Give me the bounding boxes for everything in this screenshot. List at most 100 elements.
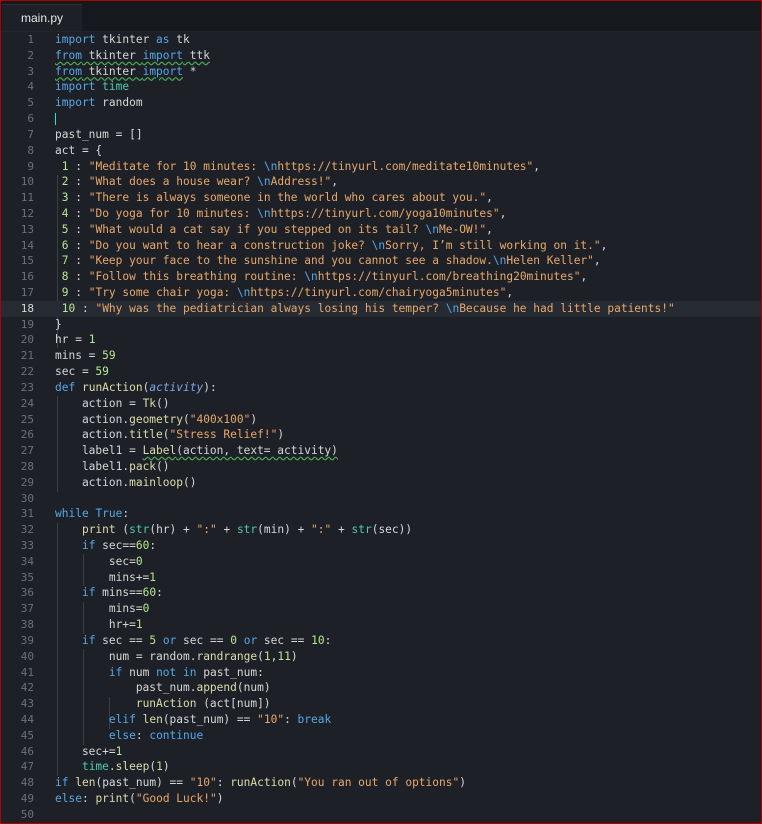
- code-line[interactable]: 1 import tkinter as tk: [1, 32, 761, 48]
- code-line[interactable]: 7 past_num = []: [1, 127, 761, 143]
- code-token: (min) +: [257, 523, 312, 537]
- code-line[interactable]: 46 sec+=1: [1, 744, 761, 760]
- code-line[interactable]: 41 if num not in past_num:: [1, 665, 761, 681]
- code-line[interactable]: 3 from tkinter import *: [1, 64, 761, 80]
- code-line[interactable]: 25 action.geometry("400x100"): [1, 412, 761, 428]
- code-token: \n: [257, 175, 271, 189]
- code-text: action.mainloop(): [55, 475, 197, 491]
- code-line[interactable]: 10 2 : "What does a house wear? \nAddres…: [1, 174, 761, 190]
- tab-main-py[interactable]: main.py: [2, 4, 82, 31]
- line-number: 47: [20, 760, 34, 774]
- code-line[interactable]: 23 def runAction(activity):: [1, 380, 761, 396]
- code-line[interactable]: 33 if sec==60:: [1, 538, 761, 554]
- code-line[interactable]: 34 sec=0: [1, 554, 761, 570]
- code-line[interactable]: 16 8 : "Follow this breathing routine: \…: [1, 269, 761, 285]
- code-line[interactable]: 47 time.sleep(1): [1, 759, 761, 775]
- code-text: 4 : "Do yoga for 10 minutes: \nhttps://t…: [55, 206, 507, 222]
- code-line[interactable]: 49 else: print("Good Luck!"): [1, 791, 761, 807]
- code-token: randrange: [196, 649, 258, 663]
- code-line[interactable]: 13 5 : "What would a cat say if you step…: [1, 222, 761, 238]
- code-line[interactable]: 17 9 : "Try some chair yoga: \nhttps://t…: [1, 285, 761, 301]
- code-line[interactable]: 39 if sec == 5 or sec == 0 or sec == 10:: [1, 633, 761, 649]
- code-line[interactable]: 30: [1, 491, 761, 507]
- code-token: num = random.: [55, 649, 197, 663]
- code-line[interactable]: 28 label1.pack(): [1, 459, 761, 475]
- code-line[interactable]: 44 elif len(past_num) == "10": break: [1, 712, 761, 728]
- code-line[interactable]: 37 mins=0: [1, 601, 761, 617]
- code-token: 0: [142, 602, 150, 616]
- code-token: 1: [263, 649, 271, 663]
- code-line[interactable]: 21 mins = 59: [1, 348, 761, 364]
- code-line[interactable]: 15 7 : "Keep your face to the sunshine a…: [1, 253, 761, 269]
- code-line[interactable]: 24 action = Tk(): [1, 396, 761, 412]
- code-token: action.: [55, 428, 130, 442]
- code-line[interactable]: 8 act = {: [1, 143, 761, 159]
- line-number: 11: [20, 191, 34, 205]
- code-token: (): [156, 459, 170, 473]
- code-line[interactable]: 40 num = random.randrange(1,11): [1, 649, 761, 665]
- code-text: def runAction(activity):: [55, 380, 217, 396]
- code-line[interactable]: 9 1 : "Meditate for 10 minutes: \nhttps:…: [1, 159, 761, 175]
- code-token: import: [55, 33, 96, 46]
- code-line[interactable]: 38 hr+=1: [1, 617, 761, 633]
- code-token: 9: [61, 286, 69, 299]
- code-token: 10: [311, 633, 325, 647]
- line-number: 23: [20, 380, 34, 394]
- line-number: 2: [27, 48, 34, 62]
- code-line[interactable]: 4 import time: [1, 79, 761, 95]
- code-token: or: [243, 633, 258, 647]
- code-line[interactable]: 11 3 : "There is always someone in the w…: [1, 190, 761, 206]
- code-token: :: [68, 206, 89, 220]
- code-token: (hr) +: [149, 523, 197, 537]
- code-line[interactable]: 35 mins+=1: [1, 570, 761, 586]
- code-token: (): [182, 475, 197, 489]
- code-line[interactable]: 14 6 : "Do you want to hear a constructi…: [1, 238, 761, 254]
- code-line[interactable]: 31 while True:: [1, 506, 761, 522]
- code-token: activity: [149, 380, 204, 394]
- line-number: 12: [20, 206, 34, 220]
- code-line[interactable]: 6: [1, 111, 761, 127]
- code-token: "Keep your face to the sunshine and you …: [88, 254, 493, 268]
- line-number: 9: [27, 159, 34, 173]
- code-line[interactable]: 19}: [1, 317, 761, 333]
- code-text: runAction (act[num]): [55, 696, 271, 712]
- code-line[interactable]: 45 else: continue: [1, 728, 761, 744]
- code-token: ":": [196, 523, 217, 537]
- code-line[interactable]: 12 4 : "Do yoga for 10 minutes: \nhttps:…: [1, 206, 761, 222]
- code-line[interactable]: 20 hr = 1: [1, 332, 761, 348]
- code-token: from: [55, 48, 82, 62]
- line-number: 46: [20, 744, 34, 758]
- code-editor[interactable]: 1 import tkinter as tk 2 from tkinter impor…: [1, 32, 761, 823]
- code-line[interactable]: 43 runAction (act[num]): [1, 696, 761, 712]
- code-line[interactable]: 32 print (str(hr) + ":" + str(min) + ":"…: [1, 522, 761, 538]
- code-text: past_num = []: [55, 127, 143, 143]
- code-line[interactable]: 18 10 : "Why was the pediatrician always…: [1, 300, 761, 317]
- code-line[interactable]: 2 from tkinter import ttk: [1, 48, 761, 64]
- code-token: }: [55, 317, 62, 331]
- code-line[interactable]: 5 import random: [1, 95, 761, 111]
- code-token: action.: [55, 412, 130, 426]
- code-token: "What would a cat say if you stepped on …: [88, 222, 426, 236]
- line-number: 27: [20, 444, 34, 458]
- code-token: not in: [156, 665, 197, 679]
- code-token: 59: [95, 365, 109, 379]
- code-line[interactable]: 42 past_num.append(num): [1, 680, 761, 696]
- code-line[interactable]: 48 if len(past_num) == "10": runAction("Y…: [1, 775, 761, 791]
- code-line[interactable]: 26 action.title("Stress Relief!"): [1, 427, 761, 443]
- code-text: action.geometry("400x100"): [55, 412, 257, 428]
- editor-window: main.py 1 import tkinter as tk 2 from tkint…: [0, 0, 762, 824]
- code-line[interactable]: 36 if mins==60:: [1, 585, 761, 601]
- code-token: (: [162, 428, 170, 442]
- code-line[interactable]: 50: [1, 807, 761, 823]
- code-token: (action, text= activity): [176, 444, 338, 458]
- code-line[interactable]: 29 action.mainloop(): [1, 475, 761, 491]
- code-line[interactable]: 22 sec = 59: [1, 364, 761, 380]
- code-line[interactable]: 27 label1 = Label(action, text= activity…: [1, 443, 761, 459]
- code-token: ,: [533, 159, 541, 173]
